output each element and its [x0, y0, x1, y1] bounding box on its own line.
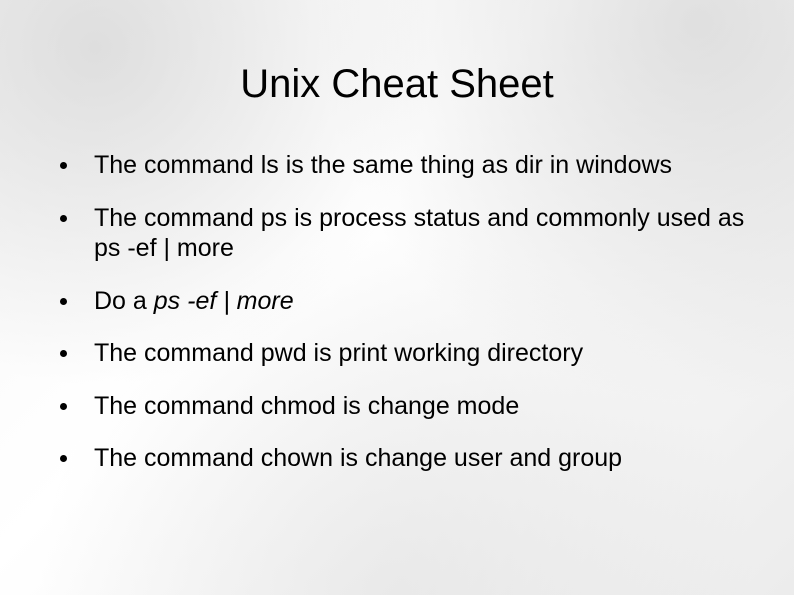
slide-title: Unix Cheat Sheet	[0, 62, 794, 107]
list-item: The command chmod is change mode	[56, 391, 754, 422]
list-item-text: The command ls is the same thing as dir …	[94, 151, 672, 179]
slide-content: The command ls is the same thing as dir …	[56, 150, 754, 496]
bullet-list: The command ls is the same thing as dir …	[56, 150, 754, 474]
list-item: The command chown is change user and gro…	[56, 443, 754, 474]
list-item-text: The command ps is process status and com…	[94, 204, 744, 263]
list-item: Do a ps -ef | more	[56, 286, 754, 317]
slide: Unix Cheat Sheet The command ls is the s…	[0, 0, 794, 595]
list-item: The command ls is the same thing as dir …	[56, 150, 754, 181]
list-item-text: The command chown is change user and gro…	[94, 444, 622, 472]
list-item: The command ps is process status and com…	[56, 203, 754, 264]
list-item-text: The command pwd is print working directo…	[94, 339, 583, 367]
list-item-text: Do a ps -ef | more	[94, 287, 294, 315]
list-item-text: The command chmod is change mode	[94, 392, 519, 420]
list-item: The command pwd is print working directo…	[56, 338, 754, 369]
